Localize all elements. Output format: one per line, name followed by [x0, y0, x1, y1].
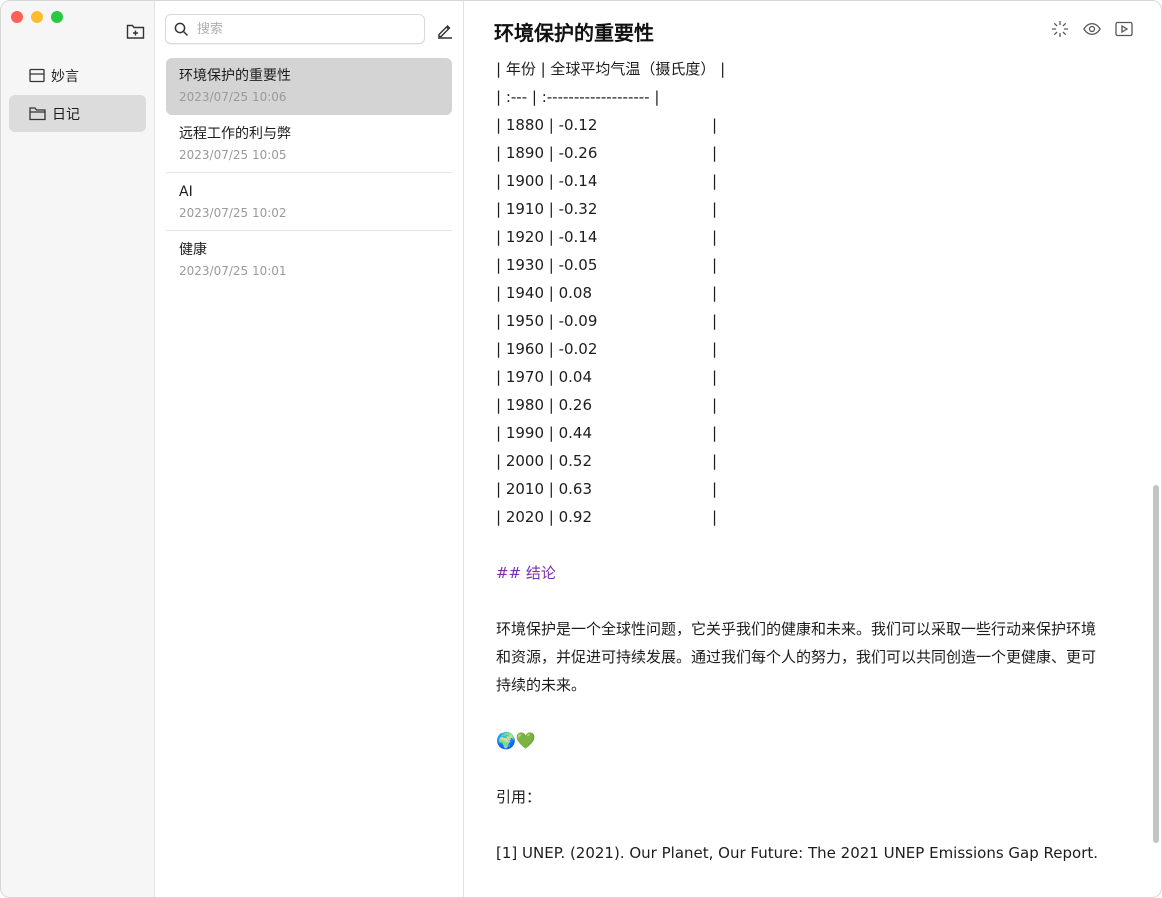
table-row-end: |: [712, 508, 718, 526]
table-row-values: | 1880 | -0.12: [496, 116, 598, 134]
folder-item-diary[interactable]: 日记: [9, 95, 146, 132]
section-heading: ## 结论: [496, 564, 556, 582]
table-row-end: |: [712, 256, 718, 274]
reference-text: [1] UNEP. (2021). Our Planet, Our Future…: [496, 844, 1099, 862]
note-date: 2023/07/25 10:02: [179, 206, 287, 220]
editor-toolbar: [1051, 20, 1133, 38]
table-row: | 1950 | -0.09 |: [496, 307, 1106, 335]
compose-icon: [438, 25, 452, 39]
note-list-panel: 环境保护的重要性 2023/07/25 10:06 远程工作的利与弊 2023/…: [155, 1, 464, 897]
table-row-end: |: [712, 480, 718, 498]
list-item[interactable]: 环境保护的重要性 2023/07/25 10:06: [166, 58, 452, 115]
note-title: 环境保护的重要性: [179, 68, 291, 84]
app-window: 妙言 日记 搜索 环境保护的重要性 2023/07/25 10:06 远程工作的…: [0, 0, 1162, 898]
folder-list: 妙言 日记: [9, 57, 146, 133]
table-row: | 1910 | -0.32 |: [496, 195, 1106, 223]
editor-panel: 环境保护的重要性 | 年份 | 全球平均气温（摄氏度） | |:--- |:…: [464, 1, 1161, 897]
table-row-end: |: [712, 228, 718, 246]
minimize-window-button[interactable]: [31, 11, 43, 23]
search-input[interactable]: [195, 20, 399, 38]
maximize-window-button[interactable]: [51, 11, 63, 23]
folder-label: 日记: [52, 106, 80, 123]
note-title: 远程工作的利与弊: [179, 126, 291, 142]
list-item[interactable]: 健康 2023/07/25 10:01: [166, 232, 452, 289]
note-title: 健康: [179, 242, 207, 258]
preview-button[interactable]: [1083, 20, 1101, 38]
conclusion-paragraph: 环境保护是一个全球性问题，它关乎我们的健康和未来。我们可以采取一些行动来保护环境…: [496, 620, 1097, 694]
table-row: | 1970 | 0.04 |: [496, 363, 1106, 391]
table-rows: | 1880 | -0.12 | | 1890 | -0.26 | | 1900 | -…: [496, 111, 1106, 531]
play-icon: [1115, 21, 1133, 37]
emoji-line: 🌍💚: [496, 731, 536, 750]
folder-item-miaoyan[interactable]: 妙言: [9, 57, 146, 94]
list-item[interactable]: AI 2023/07/25 10:02: [166, 174, 452, 231]
window-controls: [11, 11, 63, 23]
note-date: 2023/07/25 10:06: [179, 90, 287, 104]
table-row-values: | 1960 | -0.02: [496, 340, 598, 358]
table-row-end: |: [712, 200, 718, 218]
format-button[interactable]: [1051, 20, 1069, 38]
note-date: 2023/07/25 10:05: [179, 148, 287, 162]
table-row-values: | 1950 | -0.09: [496, 312, 598, 330]
note-date: 2023/07/25 10:01: [179, 264, 287, 278]
list-item[interactable]: 远程工作的利与弊 2023/07/25 10:05: [166, 116, 452, 173]
folder-icon: [29, 107, 46, 121]
table-row: | 1900 | -0.14 |: [496, 167, 1106, 195]
folder-label: 妙言: [51, 68, 79, 85]
table-row: | 1890 | -0.26 |: [496, 139, 1106, 167]
page-title: 环境保护的重要性: [494, 21, 654, 45]
table-row: | 2010 | 0.63 |: [496, 475, 1106, 503]
citation-label: 引用：: [496, 788, 542, 806]
table-row-values: | 1940 | 0.08: [496, 284, 592, 302]
table-row-end: |: [712, 116, 718, 134]
table-row: | 2020 | 0.92 |: [496, 503, 1106, 531]
table-row-end: |: [712, 144, 718, 162]
table-row: | 1930 | -0.05 |: [496, 251, 1106, 279]
table-row-values: | 1930 | -0.05: [496, 256, 598, 274]
new-folder-button[interactable]: [124, 21, 146, 41]
note-title: AI: [179, 184, 193, 200]
table-row: | 1880 | -0.12 |: [496, 111, 1106, 139]
table-row-values: | 1920 | -0.14: [496, 228, 598, 246]
table-row-values: | 1980 | 0.26: [496, 396, 592, 414]
table-row-values: | 2000 | 0.52: [496, 452, 592, 470]
sidebar: 妙言 日记: [1, 1, 155, 897]
table-row: | 1980 | 0.26 |: [496, 391, 1106, 419]
table-row-end: |: [712, 424, 718, 442]
table-row-values: | 1900 | -0.14: [496, 172, 598, 190]
eye-icon: [1083, 22, 1101, 36]
table-row: | 1990 | 0.44 |: [496, 419, 1106, 447]
table-row: | 1960 | -0.02 |: [496, 335, 1106, 363]
presentation-button[interactable]: [1115, 20, 1133, 38]
table-row: | 1940 | 0.08 |: [496, 279, 1106, 307]
scrollbar[interactable]: [1153, 485, 1159, 843]
search-icon: [174, 22, 189, 36]
table-row: | 1920 | -0.14 |: [496, 223, 1106, 251]
notes-list: 环境保护的重要性 2023/07/25 10:06 远程工作的利与弊 2023/…: [166, 58, 452, 290]
table-row-end: |: [712, 396, 718, 414]
note-content[interactable]: | 年份 | 全球平均气温（摄氏度） | | :--- | :---------…: [496, 55, 1106, 867]
table-row-end: |: [712, 172, 718, 190]
table-separator-line: | :--- | :------------------- |: [496, 88, 660, 106]
table-row-end: |: [712, 340, 718, 358]
new-note-button[interactable]: [435, 20, 455, 40]
table-row-values: | 2020 | 0.92: [496, 508, 592, 526]
table-row-end: |: [712, 368, 718, 386]
table-row: | 2000 | 0.52 |: [496, 447, 1106, 475]
sparkle-icon: [1051, 20, 1069, 38]
table-row-values: | 1970 | 0.04: [496, 368, 592, 386]
table-row-end: |: [712, 452, 718, 470]
table-row-end: |: [712, 284, 718, 302]
folder-plus-icon: [126, 24, 144, 39]
inbox-icon: [29, 68, 45, 83]
table-row-end: |: [712, 312, 718, 330]
search-box: [165, 14, 425, 44]
table-row-values: | 1990 | 0.44: [496, 424, 592, 442]
close-window-button[interactable]: [11, 11, 23, 23]
table-row-values: | 1910 | -0.32: [496, 200, 598, 218]
table-row-values: | 1890 | -0.26: [496, 144, 598, 162]
table-header-line: | 年份 | 全球平均气温（摄氏度） |: [496, 60, 726, 78]
table-row-values: | 2010 | 0.63: [496, 480, 592, 498]
